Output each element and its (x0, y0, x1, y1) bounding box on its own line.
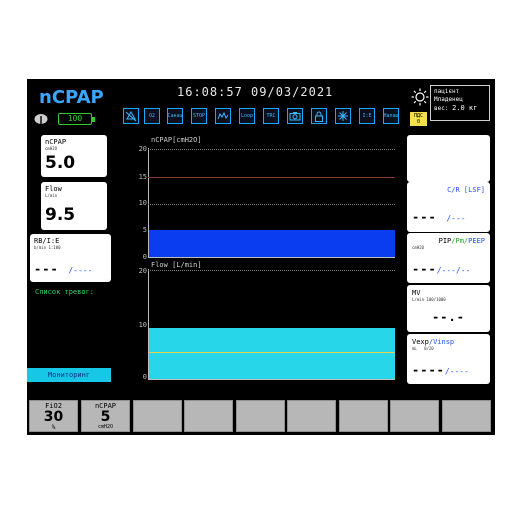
pip-unit: cmH2O (412, 245, 425, 250)
alarm-bell-icon[interactable] (123, 108, 139, 124)
pressure-limit-line (148, 177, 395, 178)
flow-wave-title: Flow [L/min] (151, 261, 202, 269)
patient-weight: вес: 2.0 кг (434, 104, 478, 112)
cr-label: C/R [LSF] (447, 186, 485, 194)
settings-button[interactable]: Налаш (383, 108, 399, 124)
flow-value: 9.5 (45, 205, 76, 225)
cr-values: --- /--- (412, 210, 466, 224)
empty-setting-button[interactable] (287, 400, 336, 432)
pip-label: PIP/Pm/PEEP (438, 237, 485, 245)
nebulizer-icon[interactable] (335, 108, 351, 124)
empty-setting-button[interactable] (236, 400, 285, 432)
loop-button[interactable]: Loop (239, 108, 255, 124)
ncpap-unit: cmH2O (45, 146, 58, 151)
mv-panel[interactable]: MV L/min 100/1000 --.- (407, 285, 490, 332)
patient-title: пацієнт (434, 88, 460, 95)
mode-title: nCPAP (39, 87, 104, 108)
ncpap-label: nCPAP (45, 138, 67, 146)
flow-mean-line (149, 352, 395, 353)
battery-icon: 100 (58, 113, 95, 125)
brightness-icon[interactable] (411, 88, 429, 106)
o2-button[interactable]: O2 (144, 108, 160, 124)
pressure-tick: 0 (142, 253, 147, 261)
patient-type: Младенец (434, 96, 463, 103)
pressure-tick: 15 (138, 173, 147, 181)
rb-ie-label: RB/I:E (34, 237, 60, 245)
rb-ie-values: --- /---- (34, 262, 93, 276)
monitor-screen: nCPAP 100 16:08:57 09/03/2021 O2 Санац S… (27, 79, 495, 435)
empty-setting-button[interactable] (442, 400, 491, 432)
empty-setting-button[interactable] (390, 400, 439, 432)
vexp-unit: mL 0/20 (412, 346, 434, 351)
flow-panel[interactable]: Flow L/min 9.5 (41, 182, 107, 230)
fio2-unit: % (51, 424, 56, 431)
pdc-badge: ПДС 0 (410, 112, 427, 126)
rb-ie-panel[interactable]: RB/I:E b/min 1:100 --- /---- (30, 234, 111, 282)
flow-tick: 10 (138, 321, 147, 329)
ncpap-setting-value: 5 (100, 409, 111, 425)
iv-button[interactable]: I:E (359, 108, 375, 124)
camera-icon[interactable] (287, 108, 303, 124)
fio2-setting-button[interactable]: FiO2 30 % (29, 400, 78, 432)
patient-info[interactable]: пацієнт Младенец вес: 2.0 кг (430, 85, 490, 121)
ncpap-setting-button[interactable]: nCPAP 5 cmH2O (81, 400, 130, 432)
vexp-values: ----/---- (412, 363, 469, 377)
empty-setting-button[interactable] (184, 400, 233, 432)
pressure-tick: 20 (138, 145, 147, 153)
flow-tick: 0 (142, 373, 147, 381)
suction-button[interactable]: Санац (167, 108, 183, 124)
pip-panel[interactable]: PIP/Pm/PEEP cmH2O ---/---/-- (407, 233, 490, 283)
mv-value: --.- (432, 310, 465, 324)
mv-unit: L/min 100/1000 (412, 297, 446, 302)
empty-setting-button[interactable] (339, 400, 388, 432)
mv-label: MV (412, 289, 421, 297)
empty-setting-button[interactable] (133, 400, 182, 432)
lock-icon[interactable] (311, 108, 327, 124)
alarm-list-label: Список тревог: (35, 288, 95, 296)
flow-tick: 20 (138, 267, 147, 275)
vexp-label: Vexp/Vinsp (412, 338, 455, 346)
battery-level: 100 (67, 114, 83, 123)
fio2-value: 30 (43, 409, 64, 425)
ncpap-setting-unit: cmH2O (97, 424, 114, 430)
trend-icon[interactable] (215, 108, 231, 124)
ncpap-panel[interactable]: nCPAP cmH2O 5.0 (41, 135, 107, 177)
vexp-panel[interactable]: Vexp/Vinsp mL 0/20 ----/---- (407, 334, 490, 384)
stop-button[interactable]: STOP (191, 108, 207, 124)
flow-unit: L/min (45, 193, 58, 198)
right-blank-panel[interactable] (407, 135, 490, 182)
lungs-icon (34, 114, 48, 125)
trc-button[interactable]: TRC (263, 108, 279, 124)
monitoring-button[interactable]: Мониторинг (27, 368, 111, 382)
cr-panel[interactable]: C/R [LSF] --- /--- (407, 182, 490, 232)
pressure-tick: 10 (138, 199, 147, 207)
flow-fill (149, 328, 395, 379)
pip-values: ---/---/-- (412, 262, 471, 276)
pressure-wave-title: nCPAP[cmH2O] (151, 136, 202, 144)
ncpap-value: 5.0 (45, 153, 76, 173)
flow-label: Flow (45, 185, 62, 193)
pressure-tick: 5 (142, 226, 147, 234)
rb-ie-units: b/min 1:100 (34, 245, 61, 250)
clock: 16:08:57 09/03/2021 (177, 85, 334, 99)
pressure-fill (149, 230, 395, 257)
